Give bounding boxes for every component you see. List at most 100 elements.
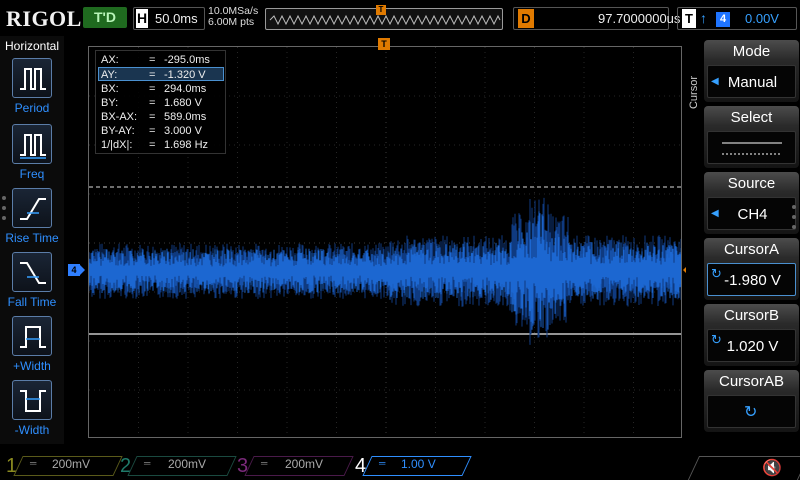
knob-icon: ↻ <box>744 404 758 421</box>
panel-title: Horizontal <box>4 39 60 53</box>
readout-row-selected: AY: = -1.320 V <box>98 67 224 81</box>
readout-key: BY-AY: <box>101 125 135 137</box>
channel-4-tab[interactable]: 4 ═ 1.00 V <box>355 454 472 478</box>
status-bar: RIGOL T'D H 50.0ms 10.0MSa/s 6.00M pts T… <box>0 0 800 36</box>
readout-equals: = <box>149 139 156 151</box>
menu-select-title: Select <box>730 109 773 126</box>
rise-time-icon <box>12 188 52 228</box>
readout-equals: = <box>149 69 156 81</box>
readout-key: 1/|dX|: <box>101 139 133 151</box>
menu-cursor-b-value: 1.020 V <box>726 338 779 355</box>
channel-2-tab[interactable]: 2 ═ 200mV <box>120 454 237 478</box>
measure-fall-time[interactable]: Fall Time <box>0 252 64 316</box>
timebase-box[interactable]: H 50.0ms <box>133 7 205 30</box>
menu-cursor-b-title: CursorB <box>723 307 779 324</box>
readout-row: 1/|dX|: = 1.698 Hz <box>99 138 224 152</box>
readout-row: BX: = 294.0ms <box>99 82 224 96</box>
delay-letter: D <box>518 9 534 28</box>
menu-cursor-ab-field[interactable]: ↻ <box>707 395 796 428</box>
dc-coupling-icon: ═ <box>379 458 386 468</box>
channel-4-scale: 1.00 V <box>401 457 436 471</box>
measure-freq[interactable]: Freq <box>0 124 64 188</box>
menu-select-field[interactable] <box>707 131 796 164</box>
measure-period[interactable]: Period <box>0 58 64 122</box>
channel-4-offset-marker[interactable]: 4 <box>68 264 85 276</box>
readout-value: 1.698 Hz <box>164 139 209 151</box>
delay-value: 97.7000000us <box>598 11 681 26</box>
measure-positive-width-label: +Width <box>13 359 51 373</box>
speaker-muted-icon[interactable]: 🔇 <box>762 458 782 478</box>
menu-cursor-a-title: CursorA <box>723 241 779 258</box>
channel-3-scale: 200mV <box>285 457 324 471</box>
cursor-menu: Cursor Mode ◀ Manual Select Source ◀ CH4… <box>686 36 800 444</box>
readout-row: BY: = 1.680 V <box>99 96 224 110</box>
menu-cursor-a[interactable]: CursorA ↻ -1.980 V <box>704 238 799 300</box>
trigger-position-marker-top: T <box>376 5 386 15</box>
trigger-letter: T <box>682 9 696 28</box>
dc-coupling-icon: ═ <box>30 458 37 468</box>
measure-positive-width[interactable]: +Width <box>0 316 64 380</box>
readout-equals: = <box>149 83 156 95</box>
readout-value: 589.0ms <box>164 111 207 123</box>
readout-equals: = <box>149 125 156 137</box>
menu-select[interactable]: Select <box>704 106 799 168</box>
menu-scroll-dots <box>792 205 796 235</box>
menu-source-field[interactable]: ◀ CH4 <box>707 197 796 230</box>
readout-key: AX: <box>101 54 119 66</box>
delay-box[interactable]: D 97.7000000us <box>513 7 680 30</box>
timebase-letter: H <box>136 9 148 28</box>
trigger-position-marker[interactable]: T <box>378 38 390 50</box>
menu-side-label: Cursor <box>688 76 700 110</box>
menu-mode[interactable]: Mode ◀ Manual <box>704 40 799 102</box>
measure-fall-time-label: Fall Time <box>7 295 57 309</box>
trigger-source: 4 <box>716 12 730 27</box>
menu-source[interactable]: Source ◀ CH4 <box>704 172 799 234</box>
readout-value: -295.0ms <box>164 54 210 66</box>
rising-edge-icon: ↑ <box>700 10 707 26</box>
readout-equals: = <box>149 54 156 66</box>
sound-button-frame <box>686 456 800 480</box>
readout-value: -1.320 V <box>164 69 206 81</box>
run-state-badge[interactable]: T'D <box>83 7 127 28</box>
menu-cursor-a-field[interactable]: ↻ -1.980 V <box>707 263 796 296</box>
menu-mode-field[interactable]: ◀ Manual <box>707 65 796 98</box>
readout-row: BY-AY: = 3.000 V <box>99 124 224 138</box>
measure-negative-width-label: -Width <box>14 423 50 437</box>
readout-row: AX: = -295.0ms <box>99 53 224 67</box>
freq-icon <box>12 124 52 164</box>
measure-period-label: Period <box>14 101 50 115</box>
menu-mode-title: Mode <box>732 43 771 60</box>
menu-mode-value: Manual <box>727 74 778 91</box>
trigger-box[interactable]: T ↑ 4 0.00V <box>677 7 797 30</box>
menu-cursor-b-field[interactable]: ↻ 1.020 V <box>707 329 796 362</box>
cursor-lines-icon <box>722 142 782 155</box>
readout-key: BX: <box>101 83 119 95</box>
fall-time-icon <box>12 252 52 292</box>
menu-cursor-ab[interactable]: CursorAB ↻ <box>704 370 799 432</box>
negative-width-icon <box>12 380 52 420</box>
acquisition-info: 10.0MSa/s 6.00M pts <box>208 6 258 28</box>
channel-1-scale: 200mV <box>52 457 91 471</box>
readout-key: AY: <box>101 69 118 81</box>
menu-source-value: CH4 <box>737 206 768 223</box>
period-icon <box>12 58 52 98</box>
menu-cursor-b[interactable]: CursorB ↻ 1.020 V <box>704 304 799 366</box>
readout-equals: = <box>149 97 156 109</box>
readout-key: BX-AX: <box>101 111 138 123</box>
measure-rise-time[interactable]: Rise Time <box>0 188 64 252</box>
positive-width-icon <box>12 316 52 356</box>
readout-value: 294.0ms <box>164 83 207 95</box>
horizontal-measure-panel: Horizontal Period Freq Rise Time Fall Ti… <box>0 36 64 444</box>
measure-negative-width[interactable]: -Width <box>0 380 64 444</box>
channel-3-tab[interactable]: 3 ═ 200mV <box>237 454 354 478</box>
trigger-level: 0.00V <box>745 11 779 26</box>
readout-value: 1.680 V <box>164 97 202 109</box>
dc-coupling-icon: ═ <box>144 458 151 468</box>
brand-logo: RIGOL <box>6 6 82 31</box>
cursor-readout: AX: = -295.0ms AY: = -1.320 V BX: = 294.… <box>95 50 226 154</box>
channel-1-tab[interactable]: 1 ═ 200mV <box>6 454 123 478</box>
menu-source-title: Source <box>727 175 776 192</box>
readout-value: 3.000 V <box>164 125 202 137</box>
timebase-value: 50.0ms <box>155 11 198 26</box>
measure-rise-time-label: Rise Time <box>5 231 59 245</box>
